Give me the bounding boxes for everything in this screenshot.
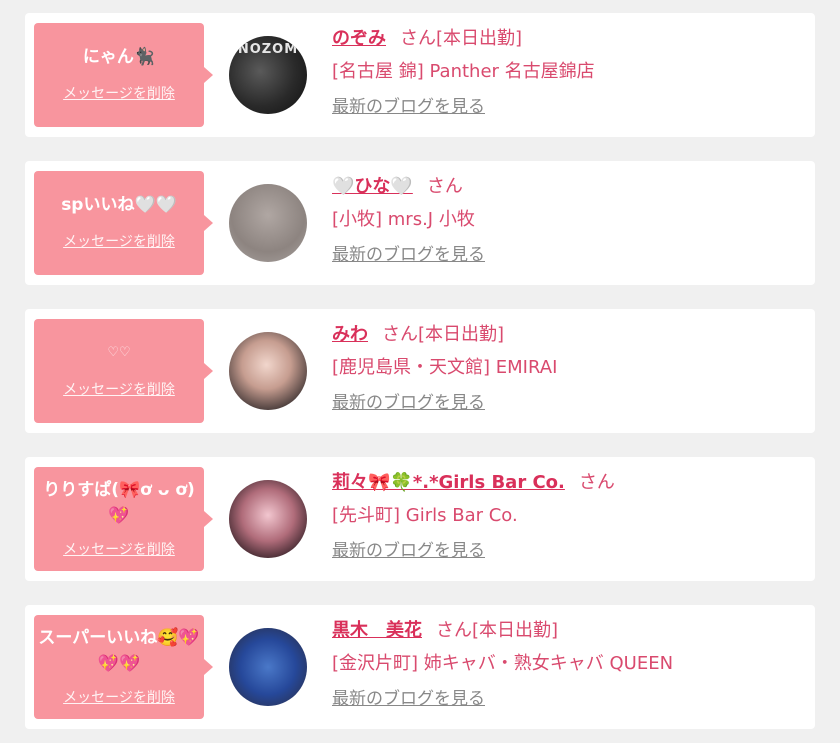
avatar[interactable]: NOZOM: [229, 36, 307, 114]
honorific: さん: [400, 28, 436, 49]
shop-label: [鹿児島県・天文館] EMIRAI: [332, 357, 558, 378]
delete-message-link[interactable]: メッセージを削除: [34, 83, 204, 103]
message-text: スーパーいいね🥰💖💖💖: [38, 628, 200, 674]
latest-blog-link[interactable]: 最新のブログを見る: [332, 94, 485, 120]
message-text: spいいね🤍🤍: [61, 195, 177, 215]
cast-info: のぞみ さん[本日出勤] [名古屋 錦] Panther 名古屋錦店 最新のブログ…: [332, 25, 805, 120]
cast-name-link[interactable]: 🤍ひな🤍: [332, 176, 413, 197]
cast-name-link[interactable]: 黒木 美花: [332, 620, 422, 641]
avatar[interactable]: [229, 184, 307, 262]
list-item: spいいね🤍🤍 メッセージを削除 🤍ひな🤍 さん [小牧] mrs.J 小牧 最新…: [25, 161, 815, 285]
honorific: さん: [382, 324, 418, 345]
cast-name-link[interactable]: のぞみ: [332, 28, 386, 49]
list-item: りりすぱ(🎀ơ ᴗ ơ)💖 メッセージを削除 莉々🎀🍀*.*Girls Bar …: [25, 457, 815, 581]
avatar[interactable]: [229, 332, 307, 410]
honorific: さん: [436, 620, 472, 641]
list-item: ♡♡ メッセージを削除 みわ さん[本日出勤] [鹿児島県・天文館] EMIRAI…: [25, 309, 815, 433]
cast-info: みわ さん[本日出勤] [鹿児島県・天文館] EMIRAI 最新のブログを見る: [332, 321, 805, 416]
honorific: さん: [426, 176, 463, 197]
cast-info: 🤍ひな🤍 さん [小牧] mrs.J 小牧 最新のブログを見る: [332, 173, 805, 268]
avatar[interactable]: [229, 480, 307, 558]
latest-blog-link[interactable]: 最新のブログを見る: [332, 242, 485, 268]
message-text: ♡♡: [107, 345, 131, 360]
message-text: にゃん🐈‍⬛: [82, 47, 156, 67]
list-item: にゃん🐈‍⬛ メッセージを削除 NOZOM のぞみ さん[本日出勤] [名古屋 錦…: [25, 13, 815, 137]
avatar[interactable]: [229, 628, 307, 706]
latest-blog-link[interactable]: 最新のブログを見る: [332, 686, 485, 712]
message-bubble: にゃん🐈‍⬛ メッセージを削除: [34, 23, 213, 127]
honorific: さん: [578, 472, 615, 493]
cast-name-link[interactable]: 莉々🎀🍀*.*Girls Bar Co.: [332, 472, 565, 493]
message-bubble: スーパーいいね🥰💖💖💖 メッセージを削除: [34, 615, 213, 719]
status-badge: [本日出勤]: [418, 324, 505, 345]
delete-message-link[interactable]: メッセージを削除: [34, 687, 204, 707]
latest-blog-link[interactable]: 最新のブログを見る: [332, 390, 485, 416]
latest-blog-link[interactable]: 最新のブログを見る: [332, 538, 485, 564]
cast-info: 黒木 美花 さん[本日出勤] [金沢片町] 姉キャバ・熟女キャバ QUEEN 最新…: [332, 617, 805, 712]
list-item: スーパーいいね🥰💖💖💖 メッセージを削除 黒木 美花 さん[本日出勤] [金沢片町…: [25, 605, 815, 729]
message-bubble: りりすぱ(🎀ơ ᴗ ơ)💖 メッセージを削除: [34, 467, 213, 571]
message-bubble: spいいね🤍🤍 メッセージを削除: [34, 171, 213, 275]
message-bubble: ♡♡ メッセージを削除: [34, 319, 213, 423]
avatar-photo-text: NOZOM: [237, 42, 299, 57]
cast-name-link[interactable]: みわ: [332, 324, 368, 345]
message-text: りりすぱ(🎀ơ ᴗ ơ)💖: [43, 480, 195, 526]
status-badge: [本日出勤]: [436, 28, 523, 49]
delete-message-link[interactable]: メッセージを削除: [34, 231, 204, 251]
shop-label: [先斗町] Girls Bar Co.: [332, 505, 518, 526]
message-list: にゃん🐈‍⬛ メッセージを削除 NOZOM のぞみ さん[本日出勤] [名古屋 錦…: [0, 0, 840, 743]
shop-label: [小牧] mrs.J 小牧: [332, 209, 475, 230]
shop-label: [名古屋 錦] Panther 名古屋錦店: [332, 61, 595, 82]
status-badge: [本日出勤]: [472, 620, 559, 641]
delete-message-link[interactable]: メッセージを削除: [34, 379, 204, 399]
shop-label: [金沢片町] 姉キャバ・熟女キャバ QUEEN: [332, 653, 674, 674]
delete-message-link[interactable]: メッセージを削除: [34, 539, 204, 559]
cast-info: 莉々🎀🍀*.*Girls Bar Co. さん [先斗町] Girls Bar C…: [332, 469, 805, 564]
